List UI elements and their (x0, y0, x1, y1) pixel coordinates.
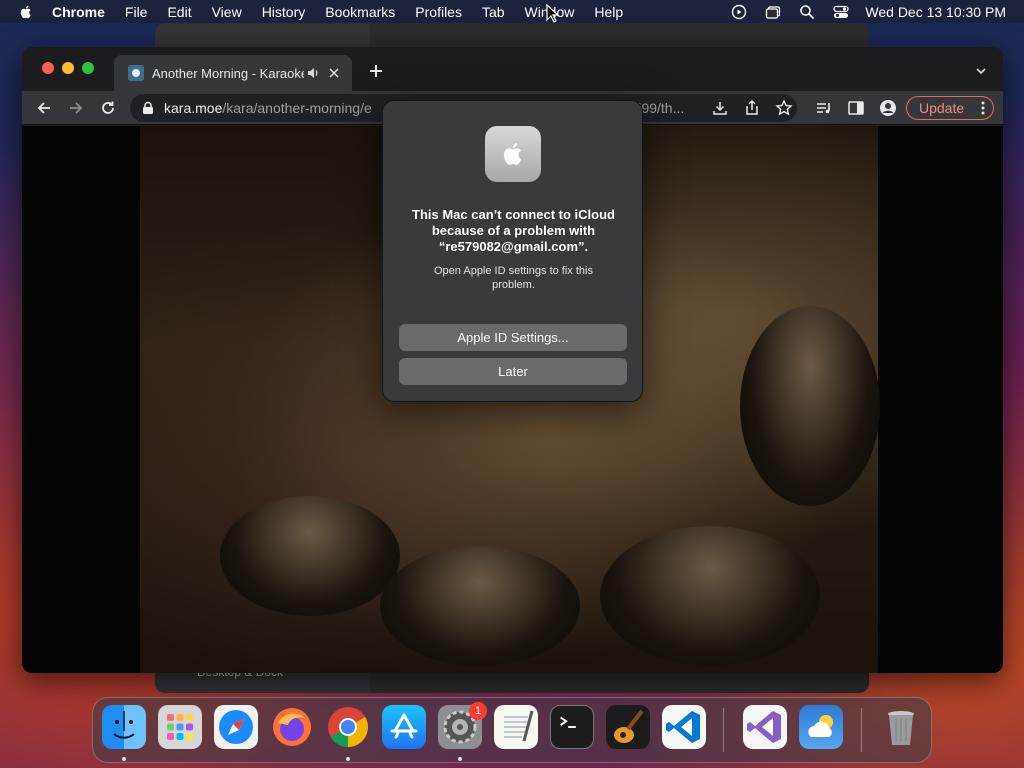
fullscreen-window-button[interactable] (82, 62, 94, 74)
dock-finder-icon[interactable] (102, 705, 146, 749)
download-icon[interactable] (711, 99, 729, 117)
back-arrow-icon[interactable] (35, 99, 53, 117)
tab-close-icon[interactable] (328, 67, 340, 79)
menu-bookmarks[interactable]: Bookmarks (325, 4, 395, 20)
mouse-cursor-icon (546, 4, 560, 23)
tab-strip: Another Morning - Karaoke (22, 47, 1003, 91)
video-frame-drum-left (220, 496, 400, 616)
dock-chrome-icon[interactable] (326, 705, 370, 749)
menu-profiles[interactable]: Profiles (415, 4, 462, 20)
control-center-icon[interactable] (833, 4, 850, 20)
dock: 1 (92, 697, 932, 763)
dock-running-indicator (346, 757, 350, 761)
dock-safari-icon[interactable] (214, 705, 258, 749)
dock-launchpad-icon[interactable] (158, 705, 202, 749)
share-icon[interactable] (743, 99, 761, 117)
dock-visual-studio-icon[interactable] (743, 705, 787, 749)
url-host: kara.moe (164, 100, 223, 116)
dock-trash-icon[interactable] (879, 705, 923, 749)
menu-help[interactable]: Help (594, 4, 623, 20)
dock-firefox-icon[interactable] (270, 705, 314, 749)
stage-manager-icon[interactable] (765, 4, 781, 20)
media-controls-icon[interactable] (815, 99, 833, 117)
video-frame-drum-center (380, 546, 580, 666)
profile-avatar-icon[interactable] (879, 99, 897, 117)
dock-separator (861, 708, 862, 752)
url-path: /kara/another-morning/e (222, 100, 372, 116)
system-settings-app-icon (485, 126, 541, 182)
reload-icon[interactable] (99, 99, 117, 117)
menu-file[interactable]: File (125, 4, 148, 20)
minimize-window-button[interactable] (62, 62, 74, 74)
tab-audio-icon[interactable] (306, 66, 320, 80)
menu-app-name[interactable]: Chrome (52, 4, 105, 20)
dock-weather-icon[interactable] (799, 705, 843, 749)
apple-id-settings-button[interactable]: Apple ID Settings... (399, 324, 627, 351)
tab-active[interactable]: Another Morning - Karaoke (114, 55, 352, 91)
menu-history[interactable]: History (262, 4, 306, 20)
video-frame-cymbal (740, 306, 880, 506)
menu-view[interactable]: View (212, 4, 242, 20)
menu-edit[interactable]: Edit (167, 4, 191, 20)
lock-icon[interactable] (142, 101, 154, 115)
side-panel-icon[interactable] (847, 99, 865, 117)
dialog-heading: This Mac can’t connect to iCloud because… (412, 207, 615, 254)
screen-recording-icon[interactable] (731, 4, 747, 20)
dock-running-indicator (122, 757, 126, 761)
menubar-clock[interactable]: Wed Dec 13 10:30 PM (865, 4, 1006, 20)
video-frame-drum-right (600, 526, 820, 666)
kara-favicon-icon (128, 65, 144, 81)
tab-title: Another Morning - Karaoke (152, 65, 304, 81)
apple-menu-icon[interactable] (18, 4, 34, 20)
new-tab-icon[interactable] (368, 63, 384, 79)
bookmark-star-icon[interactable] (775, 99, 793, 117)
dock-textedit-icon[interactable] (494, 705, 538, 749)
dock-vscode-icon[interactable] (662, 705, 706, 749)
dock-terminal-icon[interactable] (550, 705, 594, 749)
spotlight-search-icon[interactable] (799, 4, 815, 20)
update-chrome-button[interactable]: Update (906, 96, 994, 120)
update-label: Update (919, 100, 965, 116)
dock-separator (723, 708, 724, 752)
dock-running-indicator (458, 757, 462, 761)
menu-tab[interactable]: Tab (482, 4, 505, 20)
menu-bar: Chrome File Edit View History Bookmarks … (0, 0, 1024, 23)
system-settings-badge: 1 (469, 702, 487, 720)
more-options-kebab-icon[interactable] (981, 101, 985, 115)
later-button[interactable]: Later (399, 358, 627, 385)
dialog-message: Open Apple ID settings to fix this probl… (434, 265, 593, 291)
icloud-alert-dialog: This Mac can’t connect to iCloud because… (382, 100, 643, 402)
dock-garageband-icon[interactable] (606, 705, 650, 749)
forward-arrow-icon[interactable] (67, 99, 85, 117)
tab-search-chevron-icon[interactable] (975, 65, 987, 77)
apple-logo-icon (503, 143, 522, 165)
close-window-button[interactable] (42, 62, 54, 74)
dock-app-store-icon[interactable] (382, 705, 426, 749)
